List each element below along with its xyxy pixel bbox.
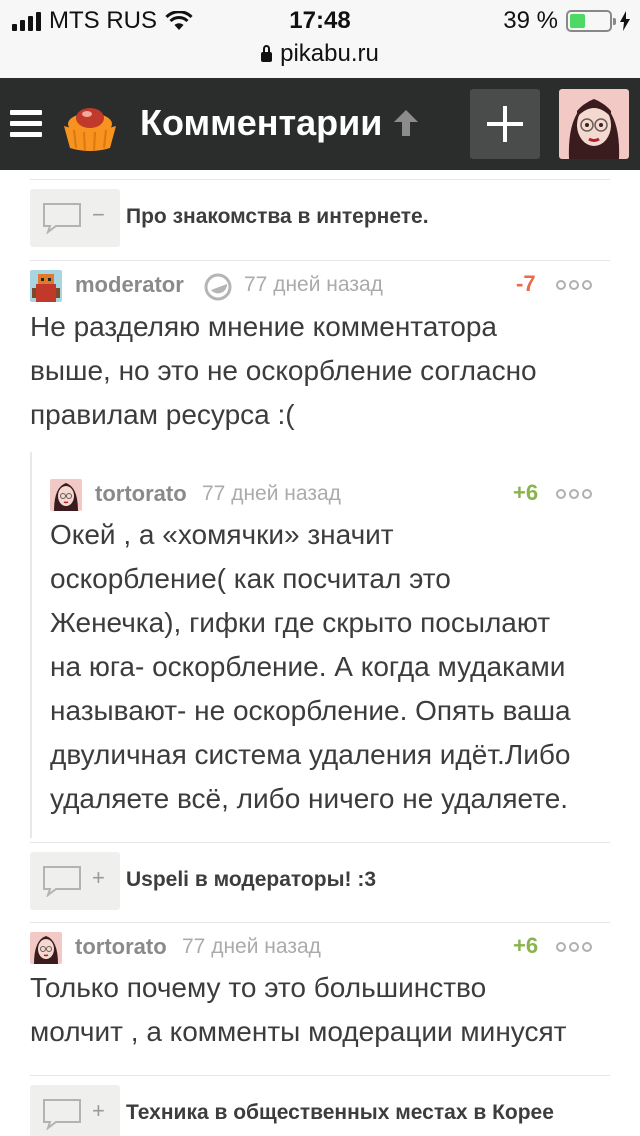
url-text: pikabu.ru — [280, 40, 379, 67]
comment-header: tortorato 77 дней назад +6 — [50, 479, 610, 511]
user-avatar[interactable] — [559, 89, 629, 159]
app-header: Комментарии — [0, 78, 640, 170]
comment-bubble-icon — [43, 866, 81, 897]
comment-rating: +6 — [513, 480, 539, 505]
avatar[interactable] — [30, 932, 62, 964]
comment-text-line: Окей , а «хомячки» значит — [50, 519, 394, 550]
expand-toggle-button[interactable]: + — [30, 852, 120, 910]
comment-text-line: правилам ресурса :( — [30, 399, 295, 430]
comment-time: 77 дней назад — [202, 482, 341, 505]
collapsed-comment: + Техника в общественных местах в Корее — [30, 1075, 610, 1136]
toggle-sign: + — [92, 1098, 105, 1123]
divider — [30, 842, 610, 843]
story-title-link[interactable]: Техника в общественных местах в Корее — [126, 1101, 554, 1125]
page-title: Комментарии — [140, 102, 383, 143]
comment-time: 77 дней назад — [244, 273, 383, 296]
hamburger-icon[interactable] — [10, 110, 42, 138]
reply-thread-line[interactable] — [30, 452, 32, 838]
comment-body: Не разделяю мнение комментатора выше, но… — [30, 305, 537, 437]
comment-bubble-icon — [43, 1099, 81, 1130]
comment-body: Только почему то это большинство молчит … — [30, 966, 566, 1054]
comment-author[interactable]: tortorato — [95, 481, 187, 507]
toggle-sign: + — [92, 865, 105, 890]
lock-icon — [261, 45, 273, 62]
url-bar[interactable]: pikabu.ru — [0, 40, 640, 78]
comment-text-line: двуличная система удаления идёт.Либо — [50, 739, 571, 770]
arrow-up-icon[interactable] — [390, 108, 422, 138]
battery-icon — [566, 10, 616, 32]
comment-author[interactable]: moderator — [75, 272, 184, 298]
comment-rating: -7 — [516, 271, 536, 296]
tortorato-avatar-image — [30, 932, 62, 964]
comment-bubble-icon — [43, 203, 81, 234]
comment-text-line: Не разделяю мнение комментатора — [30, 311, 497, 342]
avatar[interactable] — [30, 270, 62, 302]
add-post-button[interactable] — [470, 89, 540, 159]
comment-text-line: оскорбление( как посчитал это — [50, 563, 451, 594]
story-title-link[interactable]: Uspeli в модераторы! :3 — [126, 868, 376, 892]
more-options-icon[interactable] — [556, 942, 592, 952]
comment-time: 77 дней назад — [182, 935, 321, 958]
comment-header: moderator 77 дней назад -7 — [30, 270, 610, 302]
comment-text-line: на юга- оскорбление. А когда мудаками — [50, 651, 566, 682]
divider — [30, 1075, 610, 1076]
tortorato-avatar-image — [50, 479, 82, 511]
charging-bolt-icon — [620, 11, 630, 31]
comment-text-line: называют- не оскорбление. Опять ваша — [50, 695, 571, 726]
divider — [30, 922, 610, 923]
comment-text-line: удаляете всё, либо ничего не удаляете. — [50, 783, 569, 814]
battery-percent: 39 % — [503, 7, 558, 34]
story-title-link[interactable]: Про знакомства в интернете. — [126, 205, 429, 229]
collapsed-comment: + Uspeli в модераторы! :3 — [30, 842, 610, 912]
divider — [30, 179, 610, 180]
avatar[interactable] — [50, 479, 82, 511]
collapsed-comment: − Про знакомства в интернете. — [30, 179, 610, 249]
status-bar: MTS RUS 17:48 39 % — [0, 0, 640, 40]
moderator-badge-icon — [204, 273, 232, 301]
comment-header: tortorato 77 дней назад +6 — [30, 932, 610, 964]
comment-body: Окей , а «хомячки» значит оскорбление( к… — [50, 513, 571, 821]
pikabu-logo[interactable] — [56, 90, 124, 158]
comment-text-line: Только почему то это большинство — [30, 972, 487, 1003]
avatar-image — [559, 89, 629, 159]
comment-text-line: молчит , а комменты модерации минусят — [30, 1016, 567, 1047]
moderator-avatar-image — [30, 270, 62, 302]
expand-toggle-button[interactable]: − — [30, 189, 120, 247]
expand-toggle-button[interactable]: + — [30, 1085, 120, 1136]
comment-author[interactable]: tortorato — [75, 934, 167, 960]
divider — [30, 260, 610, 261]
comment-text-line: выше, но это не оскорбление согласно — [30, 355, 537, 386]
battery-group: 39 % — [503, 7, 630, 35]
more-options-icon[interactable] — [556, 280, 592, 290]
comment-text-line: Женечка), гифки где скрыто посылают — [50, 607, 551, 638]
comment-rating: +6 — [513, 933, 539, 958]
toggle-sign: − — [92, 202, 105, 227]
more-options-icon[interactable] — [556, 489, 592, 499]
